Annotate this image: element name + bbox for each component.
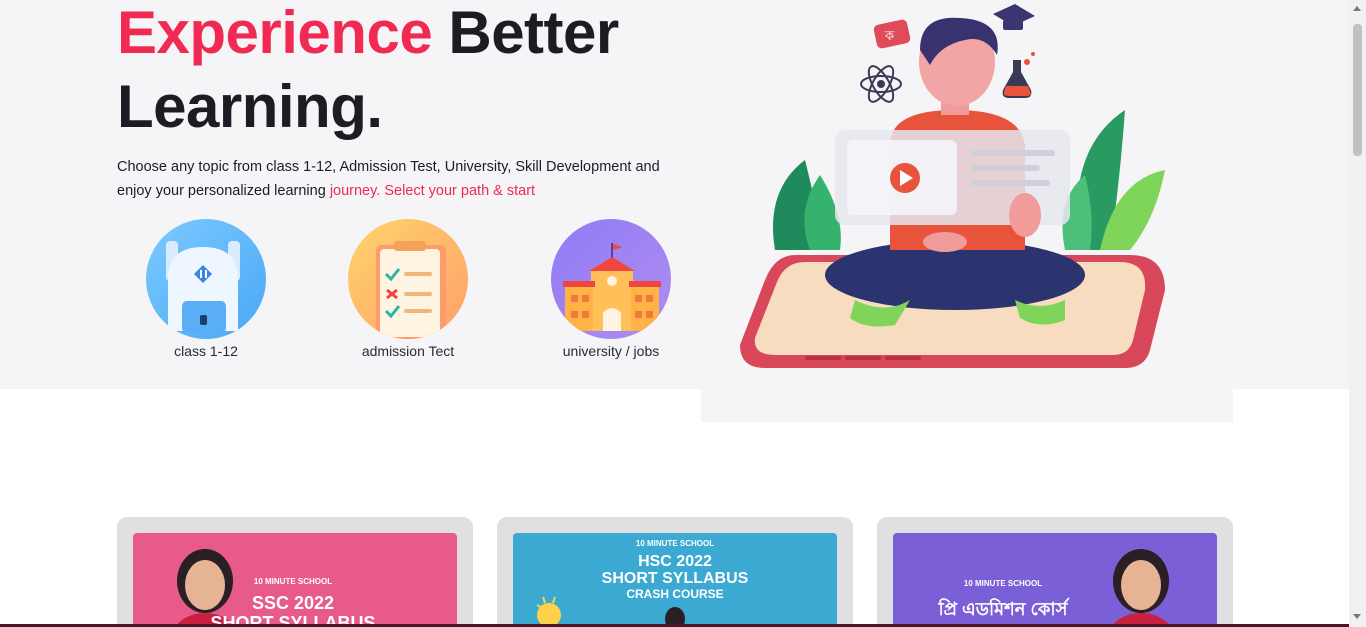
hero-description: Choose any topic from class 1-12, Admiss… (117, 155, 697, 203)
hero-headline: Experience Better Learning. (117, 0, 619, 144)
scroll-down-icon[interactable] (1353, 614, 1361, 619)
course-card-hsc-2022[interactable]: 10 MINUTE SCHOOL HSC 2022 SHORT SYLLABUS… (497, 517, 853, 627)
backpack-icon (146, 219, 266, 339)
course-subtitle: SHORT SYLLABUS (601, 570, 749, 587)
course-tagline: CRASH COURSE (626, 587, 724, 601)
headline-accent: Experience (117, 0, 433, 66)
category-label: university / jobs (562, 343, 660, 359)
hero-section-extension (701, 389, 1233, 422)
brand-logo: 10 MINUTE SCHOOL (253, 577, 333, 586)
category-university-jobs[interactable]: university / jobs (536, 219, 686, 359)
category-label: admission Tect (361, 343, 455, 359)
category-admission-test[interactable]: admission Tect (333, 219, 483, 359)
course-title: SSC 2022 (251, 593, 335, 613)
headline-rest: Better (432, 0, 619, 66)
category-label: class 1-12 (174, 343, 238, 359)
course-banner: 10 MINUTE SCHOOL HSC 2022 SHORT SYLLABUS… (513, 533, 837, 627)
brand-logo: 10 MINUTE SCHOOL (635, 539, 715, 548)
course-title: প্রি এডমিশন কোর্স (938, 599, 1068, 619)
brand-logo: 10 MINUTE SCHOOL (963, 579, 1043, 588)
course-banner: 10 MINUTE SCHOOL SSC 2022 SHORT SYLLABUS (133, 533, 457, 627)
course-banner: 10 MINUTE SCHOOL প্রি এডমিশন কোর্স (893, 533, 1217, 627)
headline-line2: Learning. (117, 73, 383, 140)
page-scrollbar[interactable] (1349, 0, 1366, 627)
scroll-up-icon[interactable] (1353, 6, 1361, 11)
learning-illustration: ক (740, 4, 1165, 368)
description-highlight: journey. Select your path & start (329, 183, 536, 199)
course-card-ssc-2022[interactable]: 10 MINUTE SCHOOL SSC 2022 SHORT SYLLABUS (117, 517, 473, 627)
checklist-icon (348, 219, 468, 339)
course-card-pre-admission[interactable]: 10 MINUTE SCHOOL প্রি এডমিশন কোর্স (877, 517, 1233, 627)
school-building-icon (551, 219, 671, 339)
svg-text:ক: ক (884, 29, 895, 44)
scrollbar-thumb[interactable] (1353, 24, 1362, 156)
category-class-1-12[interactable]: class 1-12 (131, 219, 281, 359)
course-title: HSC 2022 (638, 553, 712, 570)
